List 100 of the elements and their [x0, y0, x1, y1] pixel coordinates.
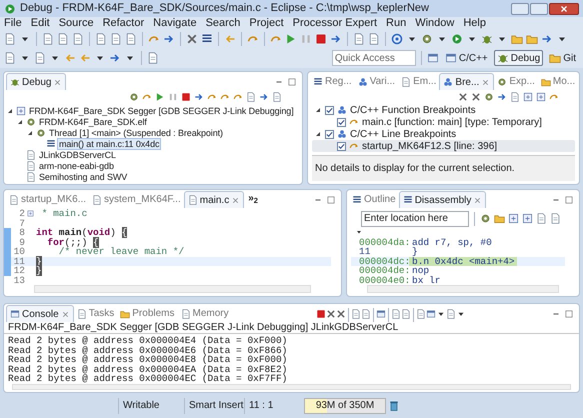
menu-item[interactable]: Search — [206, 18, 240, 29]
step-arrow-icon[interactable] — [549, 92, 559, 102]
arrow-icon[interactable] — [163, 33, 175, 45]
menu-item[interactable]: Project — [249, 18, 284, 29]
more-tabs-button[interactable]: »$_{2}$ — [248, 191, 258, 206]
expand-triangle-icon[interactable] — [6, 106, 14, 114]
remove-icon[interactable] — [186, 33, 198, 45]
horizontal-scrollbar[interactable] — [12, 384, 571, 390]
plus-box-icon[interactable] — [522, 213, 533, 224]
view-tab[interactable]: Memory — [178, 305, 232, 322]
page-icon[interactable] — [510, 92, 520, 102]
tree-row[interactable]: C/C++ Function Breakpoints — [312, 104, 575, 116]
page-icon[interactable] — [353, 33, 365, 45]
page-icon[interactable] — [34, 52, 46, 64]
view-tab[interactable]: Em... — [398, 73, 440, 90]
minimize-button[interactable] — [511, 2, 529, 14]
page-icon[interactable] — [368, 33, 380, 45]
page-icon[interactable] — [57, 33, 69, 45]
perspective-button[interactable]: Debug — [494, 50, 544, 66]
page-icon[interactable] — [401, 309, 412, 319]
page-icon[interactable] — [550, 213, 561, 224]
stop-icon[interactable] — [316, 309, 326, 319]
horizontal-scrollbar[interactable] — [34, 285, 311, 293]
checkbox[interactable] — [325, 130, 334, 138]
tree-item[interactable]: Semihosting and SWV — [38, 172, 128, 182]
page-icon[interactable] — [42, 33, 54, 45]
maximize-icon[interactable] — [564, 309, 574, 319]
arrow-icon[interactable] — [330, 33, 342, 45]
checkbox[interactable] — [325, 106, 334, 114]
menu-item[interactable]: File — [4, 18, 22, 29]
window-icon[interactable] — [426, 309, 436, 319]
plus-box-icon[interactable] — [523, 92, 533, 102]
lines-icon[interactable] — [201, 33, 213, 45]
plus-box-icon[interactable] — [536, 92, 546, 102]
menu-item[interactable]: Processor Expert — [292, 18, 378, 29]
view-tab[interactable]: main.c — [184, 191, 244, 208]
arrow-icon[interactable] — [497, 92, 507, 102]
view-tab[interactable]: Debug — [6, 73, 66, 90]
view-tab[interactable]: Mo... — [538, 73, 578, 90]
expand-triangle-icon[interactable] — [16, 118, 24, 126]
heap-status[interactable]: 93M of 350M — [304, 398, 386, 414]
view-tab[interactable]: Disassembly — [398, 191, 486, 208]
page-icon[interactable] — [446, 309, 456, 319]
maximize-button[interactable] — [530, 2, 548, 14]
maximize-icon[interactable] — [326, 195, 336, 205]
step-arrow-icon[interactable] — [142, 92, 152, 102]
expand-triangle-icon[interactable] — [314, 130, 322, 138]
arrow-icon[interactable] — [194, 92, 204, 102]
view-tab[interactable]: Outline — [349, 191, 399, 208]
window-icon[interactable] — [376, 309, 386, 319]
run-icon[interactable] — [451, 33, 463, 45]
tree-item[interactable]: main() at main.c:11 0x4dc — [58, 138, 160, 148]
page-icon[interactable] — [246, 92, 256, 102]
tree-item[interactable]: FRDM-K64F_Bare_SDK.elf — [38, 116, 148, 126]
quick-access-field[interactable]: Quick Access — [332, 50, 416, 66]
menu-item[interactable]: Window — [415, 18, 454, 29]
page-icon[interactable] — [147, 52, 159, 64]
page-icon[interactable] — [391, 309, 402, 319]
remove-icon[interactable] — [336, 309, 346, 319]
menu-item[interactable]: Navigate — [153, 18, 197, 29]
window-icon[interactable] — [426, 52, 439, 64]
play-icon[interactable] — [155, 92, 165, 102]
folder-icon[interactable] — [526, 33, 538, 45]
tree-item[interactable]: JLinkGDBServerCL — [38, 150, 117, 160]
location-combo[interactable]: Enter location here — [361, 210, 469, 227]
horizontal-scrollbar[interactable] — [367, 285, 559, 293]
view-tab[interactable]: Exp... — [494, 73, 538, 90]
arrow-icon[interactable] — [259, 92, 269, 102]
page-icon[interactable] — [361, 309, 372, 319]
view-tab[interactable]: Problems — [117, 305, 178, 322]
arrow-icon[interactable] — [109, 52, 121, 64]
tree-row[interactable]: C/C++ Line Breakpoints — [312, 128, 575, 140]
page-icon[interactable] — [72, 33, 84, 45]
page-icon[interactable] — [125, 33, 137, 45]
tree-item[interactable]: Thread [1] <main> (Suspended : Breakpoint) — [48, 128, 224, 138]
page-icon[interactable] — [110, 33, 122, 45]
view-tab[interactable]: Reg... — [310, 73, 355, 90]
play-icon[interactable] — [285, 33, 297, 45]
view-tab[interactable]: Console — [6, 305, 74, 322]
tree-row[interactable]: main.c [function: main] [type: Temporary] — [312, 116, 575, 128]
view-tab[interactable]: startup_MK6... — [6, 191, 90, 208]
page-icon[interactable] — [4, 33, 16, 45]
menu-item[interactable]: Run — [386, 18, 406, 29]
menu-item[interactable]: Source — [58, 18, 94, 29]
page-icon[interactable] — [416, 309, 426, 319]
expand-triangle-icon[interactable] — [314, 106, 322, 114]
menu-item[interactable]: Edit — [30, 18, 50, 29]
page-icon[interactable] — [272, 92, 282, 102]
tree-row[interactable]: startup_MK64F12.S [line: 396] — [312, 140, 575, 152]
menu-item[interactable]: Help — [463, 18, 486, 29]
tree-item[interactable]: FRDM-K64F_Bare_SDK Segger [GDB SEGGER J-Link Debugging] — [28, 106, 295, 116]
perspective-button[interactable]: Git — [546, 50, 579, 66]
perspective-button[interactable]: C/C++ — [442, 50, 491, 66]
page-icon[interactable] — [351, 309, 362, 319]
view-tab[interactable]: Tasks — [74, 305, 118, 322]
tree-item[interactable]: arm-none-eabi-gdb — [38, 160, 115, 170]
page-icon[interactable] — [95, 33, 107, 45]
view-tab[interactable]: system_MK64F... — [89, 191, 184, 208]
close-button[interactable] — [549, 2, 579, 14]
remove-icon[interactable] — [458, 92, 468, 102]
